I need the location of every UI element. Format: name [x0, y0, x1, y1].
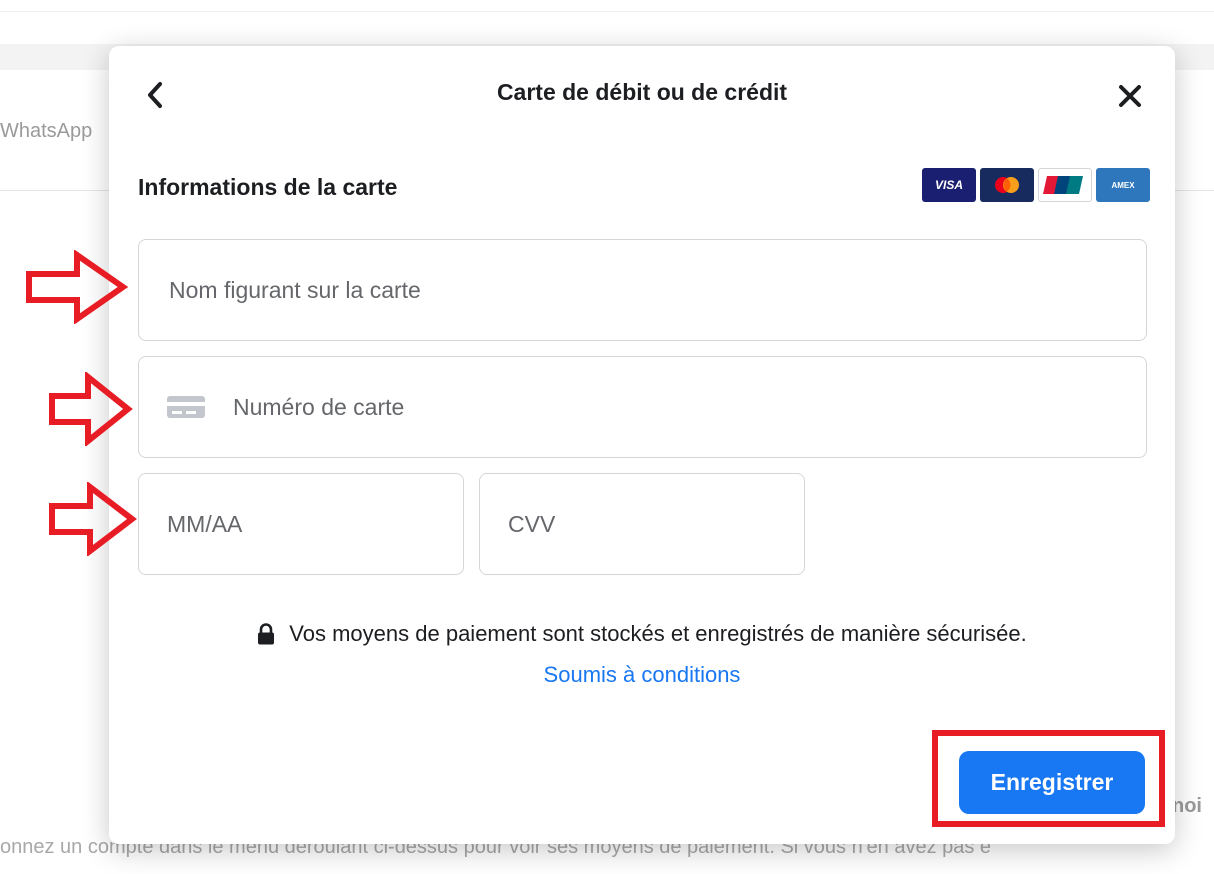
cvv-field[interactable]: CVV [479, 473, 805, 575]
annotation-highlight-save [932, 730, 1165, 827]
card-brand-logos: VISA AMEX [922, 168, 1150, 202]
background-top-line [0, 0, 1214, 12]
cvv-placeholder: CVV [508, 510, 556, 537]
visa-logo: VISA [922, 168, 976, 202]
dialog-title: Carte de débit ou de crédit [496, 79, 788, 105]
payment-card-dialog: Carte de débit ou de crédit Informations… [109, 46, 1175, 844]
amex-logo: AMEX [1096, 168, 1150, 202]
secure-storage-text: Vos moyens de paiement sont stockés et e… [289, 621, 1027, 646]
cardholder-name-field[interactable]: Nom figurant sur la carte [138, 239, 1147, 341]
unionpay-logo [1038, 168, 1092, 202]
annotation-arrow-name [26, 250, 129, 324]
mastercard-logo [980, 168, 1034, 202]
credit-card-icon [167, 392, 205, 422]
secure-storage-notice: Vos moyens de paiement sont stockés et e… [109, 621, 1175, 647]
close-button[interactable] [1112, 79, 1148, 113]
terms-link[interactable]: Soumis à conditions [109, 662, 1175, 688]
expiry-date-placeholder: MM/AA [167, 510, 243, 537]
card-info-heading: Informations de la carte [138, 174, 398, 200]
cardholder-name-placeholder: Nom figurant sur la carte [169, 276, 421, 303]
expiry-date-field[interactable]: MM/AA [138, 473, 464, 575]
lock-icon [258, 623, 275, 645]
annotation-arrow-expiry [49, 482, 137, 556]
annotation-arrow-card-number [49, 372, 133, 446]
close-icon [1119, 85, 1141, 107]
background-tab-whatsapp: WhatsApp [0, 120, 93, 142]
card-number-field[interactable]: Numéro de carte [138, 356, 1147, 458]
card-number-placeholder: Numéro de carte [233, 393, 405, 420]
background-heading-partial: noi [1172, 795, 1202, 817]
